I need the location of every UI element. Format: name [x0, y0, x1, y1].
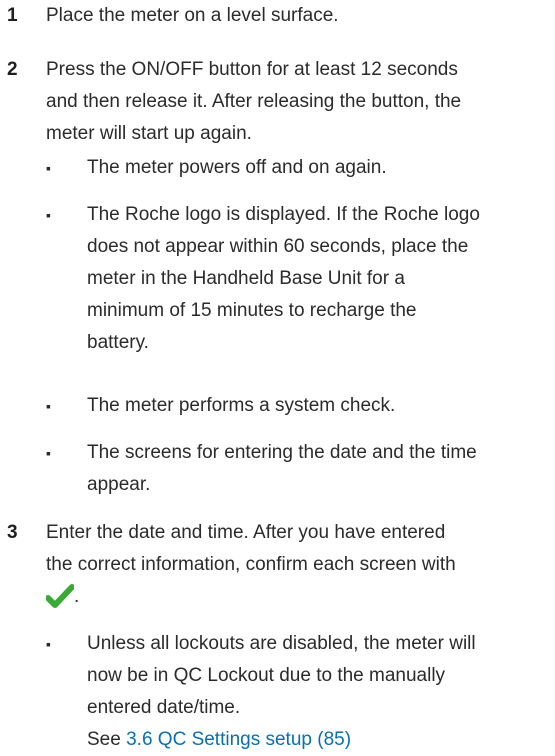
- step-text: Enter the date and time. After you have …: [46, 517, 546, 581]
- bullet-text: The screens for entering the date and th…: [87, 437, 547, 501]
- bullet-text-line: does not appear within 60 seconds, place…: [87, 236, 469, 257]
- confirm-suffix: .: [74, 586, 80, 607]
- qc-settings-link[interactable]: 3.6 QC Settings setup (85): [126, 729, 351, 750]
- bullet-text-line: Unless all lockouts are disabled, the me…: [87, 633, 476, 654]
- bullet-text-line: now be in QC Lockout due to the manually: [87, 665, 446, 686]
- bullet-icon: ▪: [46, 398, 51, 414]
- bullet-text-line: appear.: [87, 474, 151, 495]
- instruction-page: 1 Place the meter on a level surface. 2 …: [0, 0, 555, 756]
- step-text-line: meter will start up again.: [46, 123, 252, 144]
- bullet-text-line: battery.: [87, 332, 149, 353]
- see-reference: See 3.6 QC Settings setup (85): [87, 724, 547, 756]
- bullet-text-line: The Roche logo is displayed. If the Roch…: [87, 204, 480, 225]
- step-text-line: the correct information, confirm each sc…: [46, 554, 456, 575]
- step-number: 3: [7, 522, 18, 543]
- step-text-line: Press the ON/OFF button for at least 12 …: [46, 59, 458, 80]
- bullet-text: The Roche logo is displayed. If the Roch…: [87, 199, 547, 359]
- confirm-line: .: [45, 581, 246, 613]
- bullet-icon: ▪: [46, 636, 51, 652]
- see-prefix: See: [87, 729, 127, 750]
- bullet-text: The meter performs a system check.: [87, 390, 547, 422]
- bullet-icon: ▪: [46, 445, 51, 461]
- bullet-icon: ▪: [46, 207, 51, 223]
- step-text: Press the ON/OFF button for at least 12 …: [46, 54, 546, 150]
- bullet-text: Unless all lockouts are disabled, the me…: [87, 628, 547, 756]
- bullet-text: The meter powers off and on again.: [87, 152, 547, 184]
- bullet-text-line: entered date/time.: [87, 697, 241, 718]
- bullet-text-line: meter in the Handheld Base Unit for a: [87, 268, 405, 289]
- bullet-text-line: The meter performs a system check.: [87, 395, 396, 416]
- bullet-text-line: The meter powers off and on again.: [87, 157, 387, 178]
- bullet-text-line: The screens for entering the date and th…: [87, 442, 477, 463]
- step-text-line: and then release it. After releasing the…: [46, 91, 462, 112]
- bullet-text-line: minimum of 15 minutes to recharge the: [87, 300, 417, 321]
- step-text-line: Enter the date and time. After you have …: [46, 522, 446, 543]
- step-text: Place the meter on a level surface.: [46, 5, 339, 26]
- step-number: 1: [7, 5, 18, 26]
- checkmark-icon: [45, 584, 75, 621]
- bullet-icon: ▪: [46, 160, 51, 176]
- step-number: 2: [7, 59, 18, 80]
